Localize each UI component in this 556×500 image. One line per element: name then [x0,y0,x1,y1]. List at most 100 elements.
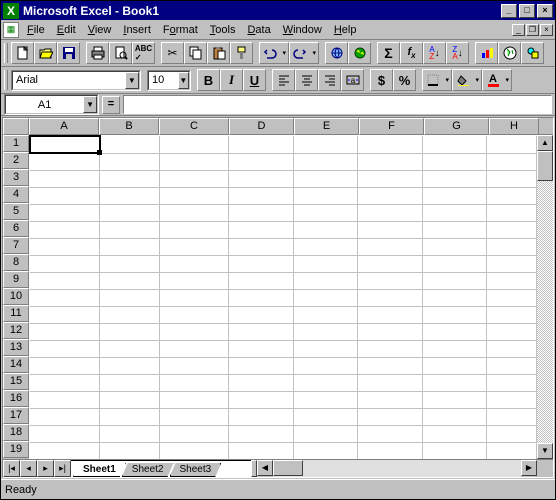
cell-C16[interactable] [159,391,229,408]
save-button[interactable] [57,42,80,64]
cell-D15[interactable] [229,374,294,391]
workbook-icon[interactable]: ▦ [3,22,19,38]
font-input[interactable] [13,74,125,86]
sheet-tab-sheet3[interactable]: Sheet3 [170,463,222,477]
cell-G3[interactable] [422,170,487,187]
cell-B11[interactable] [100,306,160,323]
row-header-3[interactable]: 3 [3,169,29,186]
select-all-corner[interactable] [3,118,29,135]
cell-E9[interactable] [293,272,358,289]
cell-G14[interactable] [422,357,487,374]
cell-B10[interactable] [100,289,160,306]
column-header-C[interactable]: C [159,118,229,135]
vscroll-track[interactable] [537,151,553,443]
autosum-button[interactable]: Σ [377,42,400,64]
sheet-tab-sheet2[interactable]: Sheet2 [122,463,174,477]
cell-A17[interactable] [30,408,100,425]
cell-C9[interactable] [159,272,229,289]
cell-F14[interactable] [358,357,423,374]
fill-color-button[interactable] [452,69,482,91]
column-header-G[interactable]: G [424,118,489,135]
cell-B12[interactable] [100,323,160,340]
tab-prev-button[interactable]: ◂ [20,460,37,477]
cell-B6[interactable] [100,221,160,238]
cell-A13[interactable] [30,340,100,357]
font-size-input[interactable] [149,74,178,86]
name-box[interactable]: ▼ [4,94,99,115]
cell-F8[interactable] [358,255,423,272]
menu-insert[interactable]: Insert [117,22,157,38]
open-button[interactable] [34,42,57,64]
cell-F5[interactable] [358,204,423,221]
row-header-4[interactable]: 4 [3,186,29,203]
row-header-6[interactable]: 6 [3,220,29,237]
cell-C19[interactable] [159,442,229,459]
cell-G11[interactable] [422,306,487,323]
cell-E19[interactable] [293,442,358,459]
new-button[interactable] [11,42,34,64]
cell-D16[interactable] [229,391,294,408]
column-header-A[interactable]: A [29,118,99,135]
cell-D11[interactable] [229,306,294,323]
cell-G10[interactable] [422,289,487,306]
cell-H1[interactable] [487,136,537,153]
cell-D1[interactable] [229,136,294,153]
sort-ascending-button[interactable]: AZ↓ [423,42,446,64]
cell-G18[interactable] [422,425,487,442]
name-box-dropdown[interactable]: ▼ [83,96,97,113]
cell-E5[interactable] [293,204,358,221]
cell-H5[interactable] [487,204,537,221]
format-painter-button[interactable] [230,42,253,64]
chart-wizard-button[interactable] [475,42,498,64]
currency-button[interactable]: $ [370,69,393,91]
menu-edit[interactable]: Edit [51,22,82,38]
cell-F13[interactable] [358,340,423,357]
cell-A15[interactable] [30,374,100,391]
cell-D17[interactable] [229,408,294,425]
cell-C6[interactable] [159,221,229,238]
cell-A5[interactable] [30,204,100,221]
cell-A8[interactable] [30,255,100,272]
formula-input[interactable] [123,95,552,114]
cell-C11[interactable] [159,306,229,323]
cell-G19[interactable] [422,442,487,459]
cell-D9[interactable] [229,272,294,289]
toolbar-grip[interactable] [4,43,8,63]
scroll-up-button[interactable]: ▲ [537,135,553,151]
percent-button[interactable]: % [393,69,416,91]
cell-H17[interactable] [487,408,537,425]
cell-E4[interactable] [293,187,358,204]
cell-B3[interactable] [100,170,160,187]
cell-C17[interactable] [159,408,229,425]
cell-C2[interactable] [159,153,229,170]
cell-E14[interactable] [293,357,358,374]
mdi-minimize-button[interactable]: _ [512,24,525,36]
row-header-12[interactable]: 12 [3,322,29,339]
spelling-button[interactable]: ABC✓ [132,42,155,64]
bold-button[interactable]: B [197,69,220,91]
cell-G13[interactable] [422,340,487,357]
row-header-1[interactable]: 1 [3,135,29,152]
redo-button[interactable] [289,42,319,64]
cell-C18[interactable] [159,425,229,442]
toolbar-grip[interactable] [4,70,8,90]
merge-center-button[interactable]: a [341,69,364,91]
cell-C15[interactable] [159,374,229,391]
cell-G16[interactable] [422,391,487,408]
paste-button[interactable] [207,42,230,64]
cell-A14[interactable] [30,357,100,374]
hyperlink-button[interactable] [325,42,348,64]
menu-data[interactable]: Data [241,22,276,38]
cell-E8[interactable] [293,255,358,272]
cell-F9[interactable] [358,272,423,289]
cell-C10[interactable] [159,289,229,306]
cell-G5[interactable] [422,204,487,221]
cell-F7[interactable] [358,238,423,255]
cell-H18[interactable] [487,425,537,442]
cell-G17[interactable] [422,408,487,425]
mdi-close-button[interactable]: × [540,24,553,36]
cell-D6[interactable] [229,221,294,238]
vscroll-thumb[interactable] [537,151,553,181]
cell-C3[interactable] [159,170,229,187]
cell-C14[interactable] [159,357,229,374]
